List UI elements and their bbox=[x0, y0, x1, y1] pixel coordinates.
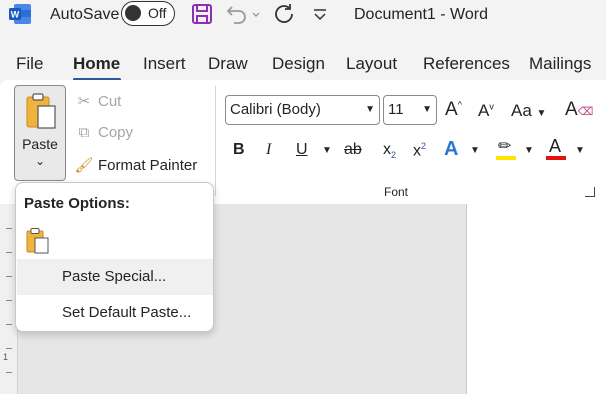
redo-icon[interactable] bbox=[272, 2, 296, 26]
paste-icon bbox=[26, 93, 56, 129]
tab-home[interactable]: Home bbox=[73, 54, 120, 74]
set-default-paste-item[interactable]: Set Default Paste... bbox=[17, 295, 213, 331]
font-family-dropdown[interactable]: Calibri (Body) ▼ bbox=[225, 95, 380, 125]
autosave-label: AutoSave bbox=[50, 6, 120, 23]
ruler-number: 1 bbox=[3, 352, 9, 362]
document-title: Document1 - Word bbox=[354, 6, 488, 23]
clear-formatting-button[interactable]: A⌫ bbox=[565, 99, 593, 121]
font-color-dropdown-icon[interactable]: ▼ bbox=[575, 145, 585, 156]
paste-button[interactable]: Paste ⌄ bbox=[14, 85, 66, 181]
undo-icon[interactable] bbox=[225, 2, 249, 26]
italic-button[interactable]: I bbox=[266, 141, 271, 159]
cut-button[interactable]: ✂ Cut bbox=[74, 92, 122, 110]
format-painter-label: Format Painter bbox=[98, 157, 198, 174]
paintbrush-icon: 🖌 bbox=[74, 157, 94, 174]
title-bar: W AutoSave Off Document1 - Word bbox=[0, 0, 606, 36]
autosave-state: Off bbox=[148, 5, 167, 21]
ribbon-tabs: File Home Insert Draw Design Layout Refe… bbox=[0, 50, 606, 81]
paste-options-heading: Paste Options: bbox=[24, 195, 130, 212]
paste-special-item[interactable]: Paste Special... bbox=[17, 259, 213, 295]
font-color-button[interactable]: A bbox=[549, 136, 561, 157]
save-icon[interactable] bbox=[190, 2, 214, 26]
scissors-icon: ✂ bbox=[77, 93, 91, 110]
font-group-label: Font bbox=[384, 185, 409, 199]
tab-file[interactable]: File bbox=[16, 54, 43, 74]
document-page[interactable] bbox=[466, 204, 606, 394]
toggle-knob bbox=[125, 5, 141, 21]
font-size-value: 11 bbox=[388, 101, 404, 118]
chevron-down-icon: ▼ bbox=[365, 104, 375, 115]
tab-mailings[interactable]: Mailings bbox=[529, 54, 591, 74]
tab-design[interactable]: Design bbox=[272, 54, 325, 74]
font-family-value: Calibri (Body) bbox=[230, 101, 321, 118]
highlight-dropdown-icon[interactable]: ▼ bbox=[524, 145, 534, 156]
tab-layout[interactable]: Layout bbox=[346, 54, 397, 74]
group-divider bbox=[215, 86, 216, 196]
word-logo-icon: W bbox=[9, 4, 31, 24]
copy-label: Copy bbox=[98, 124, 134, 141]
copy-button[interactable]: ⧉ Copy bbox=[74, 124, 133, 141]
customize-toolbar-icon[interactable] bbox=[308, 2, 332, 26]
underline-dropdown-icon[interactable]: ▼ bbox=[322, 145, 332, 156]
tab-references[interactable]: References bbox=[423, 54, 510, 74]
subscript-button[interactable]: x2 bbox=[383, 141, 396, 160]
highlight-color-swatch bbox=[496, 156, 516, 160]
autosave-toggle[interactable]: Off bbox=[121, 1, 175, 26]
tab-draw[interactable]: Draw bbox=[208, 54, 248, 74]
font-size-dropdown[interactable]: 11 ▼ bbox=[383, 95, 437, 125]
font-dialog-launcher-icon[interactable] bbox=[585, 187, 595, 197]
undo-dropdown-icon[interactable] bbox=[250, 2, 262, 26]
paste-options-menu: Paste Options: Paste Special... Set Defa… bbox=[15, 182, 214, 332]
text-effects-button[interactable]: A bbox=[444, 138, 458, 161]
copy-icon: ⧉ bbox=[78, 124, 90, 141]
text-effects-dropdown-icon[interactable]: ▼ bbox=[470, 145, 480, 156]
change-case-button[interactable]: Aa ▼ bbox=[511, 101, 546, 121]
highlighter-icon[interactable]: ✏ bbox=[498, 136, 511, 156]
superscript-button[interactable]: x2 bbox=[413, 141, 426, 160]
tab-insert[interactable]: Insert bbox=[143, 54, 186, 74]
format-painter-button[interactable]: 🖌 Format Painter bbox=[74, 156, 197, 174]
chevron-down-icon: ▼ bbox=[422, 104, 432, 115]
chevron-down-icon: ⌄ bbox=[34, 154, 46, 168]
grow-font-button[interactable]: A^ bbox=[445, 99, 462, 121]
font-color-swatch bbox=[546, 156, 566, 160]
paste-label: Paste bbox=[22, 136, 58, 152]
svg-text:W: W bbox=[11, 10, 20, 20]
underline-button[interactable]: U bbox=[296, 141, 308, 159]
strikethrough-button[interactable]: ab bbox=[344, 141, 362, 159]
shrink-font-button[interactable]: Av bbox=[478, 101, 494, 121]
keep-source-formatting-icon[interactable] bbox=[24, 227, 52, 255]
bold-button[interactable]: B bbox=[233, 141, 245, 159]
cut-label: Cut bbox=[98, 93, 122, 110]
